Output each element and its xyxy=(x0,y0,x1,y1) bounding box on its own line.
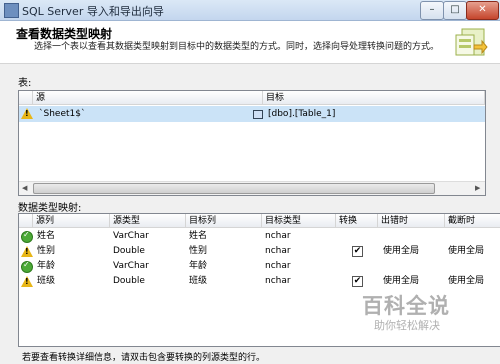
mapping-header-corner xyxy=(19,214,33,228)
dest-type: nchar xyxy=(265,261,291,271)
app-icon xyxy=(4,3,19,18)
tables-horizontal-scrollbar[interactable]: ◀ ▶ xyxy=(19,181,485,195)
table-row[interactable]: `Sheet1$` [dbo].[Table_1] xyxy=(19,106,485,122)
header-source-type[interactable]: 源类型 xyxy=(110,214,186,228)
on-truncate-value[interactable]: 使用全局 xyxy=(448,244,484,258)
dest-type: nchar xyxy=(265,246,291,256)
wizard-header: 查看数据类型映射 选择一个表以查看其数据类型映射到目标中的数据类型的方式。同时，… xyxy=(0,21,500,64)
ok-icon xyxy=(21,230,33,243)
target-table: [dbo].[Table_1] xyxy=(268,109,336,119)
header-source-column[interactable]: 源列 xyxy=(33,214,110,228)
warning-icon xyxy=(21,246,33,257)
header-dest-type[interactable]: 目标类型 xyxy=(262,214,336,228)
tables-grid[interactable]: 源 目标 `Sheet1$` [dbo].[Table_1] ◀ ▶ xyxy=(18,90,486,196)
scroll-right-icon[interactable]: ▶ xyxy=(475,184,480,192)
ok-icon xyxy=(21,260,33,273)
on-truncate-value[interactable]: 使用全局 xyxy=(448,274,484,288)
table-row[interactable]: 班级 Double 班级 nchar ✔ 使用全局 使用全局 xyxy=(19,274,500,289)
dest-type: nchar xyxy=(265,231,291,241)
dest-column: 性别 xyxy=(189,246,208,256)
close-button[interactable]: ✕ xyxy=(466,1,499,20)
convert-checkbox[interactable]: ✔ xyxy=(352,276,363,287)
header-dest-column[interactable]: 目标列 xyxy=(186,214,262,228)
table-row[interactable]: 年龄 VarChar 年龄 nchar xyxy=(19,259,500,274)
source-type: VarChar xyxy=(113,261,149,271)
source-column: 性别 xyxy=(37,246,56,256)
on-error-value[interactable]: 使用全局 xyxy=(383,274,419,288)
footer-hint: 若要查看转换详细信息，请双击包含要转换的列源类型的行。 xyxy=(22,353,266,363)
dest-column: 姓名 xyxy=(189,231,208,241)
table-row[interactable]: 姓名 VarChar 姓名 nchar xyxy=(19,229,500,244)
minimize-button[interactable]: – xyxy=(420,1,444,20)
watermark-brand: 百科全说 xyxy=(362,294,450,318)
warning-icon xyxy=(21,108,33,119)
watermark-tagline: 助你轻松解决 xyxy=(374,319,440,332)
source-type: Double xyxy=(113,246,145,256)
header-on-truncate[interactable]: 截断时 xyxy=(445,214,500,228)
tables-label: 表: xyxy=(18,78,32,89)
mapping-label: 数据类型映射: xyxy=(18,203,82,214)
wizard-icon xyxy=(455,28,488,56)
maximize-button[interactable]: □ xyxy=(443,1,467,20)
window-title: SQL Server 导入和导出向导 xyxy=(22,5,164,18)
scroll-left-icon[interactable]: ◀ xyxy=(22,184,27,192)
tables-header-source[interactable]: 源 xyxy=(33,91,263,105)
source-table: `Sheet1$` xyxy=(39,109,86,119)
scrollbar-thumb[interactable] xyxy=(33,183,435,194)
convert-checkbox[interactable]: ✔ xyxy=(352,246,363,257)
source-type: VarChar xyxy=(113,231,149,241)
tables-header-target[interactable]: 目标 xyxy=(263,91,485,105)
warning-icon xyxy=(21,276,33,287)
source-column: 班级 xyxy=(37,276,56,286)
tables-header-corner xyxy=(19,91,33,105)
table-icon xyxy=(253,110,263,119)
source-type: Double xyxy=(113,276,145,286)
dest-column: 年龄 xyxy=(189,261,208,271)
dest-column: 班级 xyxy=(189,276,208,286)
table-row[interactable]: 性别 Double 性别 nchar ✔ 使用全局 使用全局 xyxy=(19,244,500,259)
source-column: 姓名 xyxy=(37,231,56,241)
watermark-logo: 百科全说 助你轻松解决 xyxy=(362,290,482,336)
dest-type: nchar xyxy=(265,276,291,286)
title-bar: SQL Server 导入和导出向导 – □ ✕ xyxy=(0,0,500,21)
header-convert[interactable]: 转换 xyxy=(336,214,378,228)
on-error-value[interactable]: 使用全局 xyxy=(383,244,419,258)
page-description: 选择一个表以查看其数据类型映射到目标中的数据类型的方式。同时，选择向导处理转换问… xyxy=(34,42,440,52)
source-column: 年龄 xyxy=(37,261,56,271)
header-on-error[interactable]: 出错时 xyxy=(378,214,445,228)
